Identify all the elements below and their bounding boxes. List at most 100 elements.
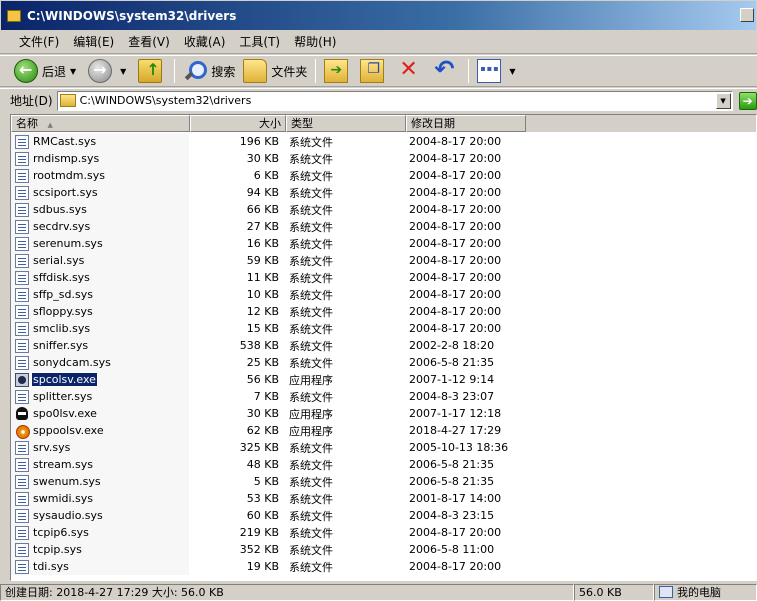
column-header-size[interactable]: 大小 [190,115,286,132]
column-header-type[interactable]: 类型 [286,115,406,132]
file-name-cell[interactable]: serial.sys [11,252,189,269]
file-type: 系统文件 [289,543,333,557]
file-row[interactable]: tcpip.sys 352 KB 系统文件 2006-5-8 11:00 [11,541,756,558]
status-zone: 我的电脑 [654,583,757,601]
move-to-button[interactable] [320,57,356,85]
file-name-cell[interactable]: swmidi.sys [11,490,189,507]
file-name-cell[interactable]: sysaudio.sys [11,507,189,524]
sys-file-icon [15,219,29,234]
file-name-cell[interactable]: RMCast.sys [11,133,189,150]
file-row[interactable]: rndismp.sys 30 KB 系统文件 2004-8-17 20:00 [11,150,756,167]
undo-button[interactable] [428,55,464,85]
file-size: 30 KB [246,407,279,420]
copy-to-button[interactable] [356,57,392,85]
menu-edit[interactable]: 编辑(E) [66,31,121,52]
menu-view[interactable]: 查看(V) [121,31,177,52]
file-name-cell[interactable]: sdbus.sys [11,201,189,218]
file-row[interactable]: sysaudio.sys 60 KB 系统文件 2004-8-3 23:15 [11,507,756,524]
file-name-cell[interactable]: serenum.sys [11,235,189,252]
column-header-modified[interactable]: 修改日期 [406,115,526,132]
delete-button[interactable] [392,57,428,85]
file-name-cell[interactable]: swenum.sys [11,473,189,490]
file-row[interactable]: serial.sys 59 KB 系统文件 2004-8-17 20:00 [11,252,756,269]
file-name-cell[interactable]: spcolsv.exe [11,371,189,388]
menu-file[interactable]: 文件(F) [12,31,66,52]
file-row[interactable]: serenum.sys 16 KB 系统文件 2004-8-17 20:00 [11,235,756,252]
file-row[interactable]: rootmdm.sys 6 KB 系统文件 2004-8-17 20:00 [11,167,756,184]
file-name: sppoolsv.exe [33,424,104,437]
file-list[interactable]: 名称 ▲ 大小 类型 修改日期 RMCast.sys 196 KB 系统文件 2004… [10,114,757,581]
maximize-button[interactable] [740,8,754,22]
file-name-cell[interactable]: tcpip6.sys [11,524,189,541]
file-type: 系统文件 [289,135,333,149]
file-name-cell[interactable]: sniffer.sys [11,337,189,354]
address-label: 地址(D) [10,94,53,108]
file-row[interactable]: splitter.sys 7 KB 系统文件 2004-8-3 23:07 [11,388,756,405]
file-name-cell[interactable]: sppoolsv.exe [11,422,189,439]
file-row[interactable]: stream.sys 48 KB 系统文件 2006-5-8 21:35 [11,456,756,473]
file-row[interactable]: scsiport.sys 94 KB 系统文件 2004-8-17 20:00 [11,184,756,201]
views-icon [477,59,502,83]
file-type: 系统文件 [289,169,333,183]
file-row[interactable]: tcpip6.sys 219 KB 系统文件 2004-8-17 20:00 [11,524,756,541]
file-name-cell[interactable]: tdi.sys [11,558,189,575]
file-row[interactable]: sdbus.sys 66 KB 系统文件 2004-8-17 20:00 [11,201,756,218]
file-size: 196 KB [239,135,279,148]
file-row[interactable]: sonydcam.sys 25 KB 系统文件 2006-5-8 21:35 [11,354,756,371]
delete-icon [396,57,420,83]
search-button[interactable]: 搜索 [179,57,239,85]
address-bar: 地址(D) C:\WINDOWS\system32\drivers ▼ ➔ [0,88,757,112]
file-name-cell[interactable]: srv.sys [11,439,189,456]
sys-file-icon [15,440,29,455]
menu-favorites[interactable]: 收藏(A) [177,31,233,52]
file-row[interactable]: spcolsv.exe 56 KB 应用程序 2007-1-12 9:14 [11,371,756,388]
up-button[interactable] [134,57,170,85]
file-row[interactable]: sfloppy.sys 12 KB 系统文件 2004-8-17 20:00 [11,303,756,320]
forward-dropdown-icon[interactable]: ▼ [120,67,126,76]
forward-button[interactable]: ▼ [84,57,134,85]
file-name-cell[interactable]: spo0lsv.exe [11,405,189,422]
file-name-cell[interactable]: tcpip.sys [11,541,189,558]
views-button[interactable]: ▼ [473,57,523,85]
file-size: 7 KB [253,390,279,403]
file-row[interactable]: smclib.sys 15 KB 系统文件 2004-8-17 20:00 [11,320,756,337]
file-row[interactable]: secdrv.sys 27 KB 系统文件 2004-8-17 20:00 [11,218,756,235]
back-dropdown-icon[interactable]: ▼ [70,67,76,76]
file-name-cell[interactable]: splitter.sys [11,388,189,405]
file-row[interactable]: swmidi.sys 53 KB 系统文件 2001-8-17 14:00 [11,490,756,507]
file-row[interactable]: sppoolsv.exe 62 KB 应用程序 2018-4-27 17:29 [11,422,756,439]
folders-button[interactable]: 文件夹 [239,57,311,85]
menu-help[interactable]: 帮助(H) [287,31,343,52]
back-button[interactable]: 后退 ▼ [10,57,84,85]
menu-tools[interactable]: 工具(T) [232,31,287,52]
file-type: 系统文件 [289,458,333,472]
file-row[interactable]: swenum.sys 5 KB 系统文件 2006-5-8 21:35 [11,473,756,490]
file-name-cell[interactable]: sonydcam.sys [11,354,189,371]
file-name-cell[interactable]: rndismp.sys [11,150,189,167]
views-dropdown-icon[interactable]: ▼ [509,67,515,76]
file-name-cell[interactable]: rootmdm.sys [11,167,189,184]
file-row[interactable]: tdi.sys 19 KB 系统文件 2004-8-17 20:00 [11,558,756,575]
file-type: 系统文件 [289,339,333,353]
file-name-cell[interactable]: smclib.sys [11,320,189,337]
file-size: 10 KB [246,288,279,301]
file-name-cell[interactable]: sffdisk.sys [11,269,189,286]
file-name-cell[interactable]: sfloppy.sys [11,303,189,320]
column-header-name[interactable]: 名称 ▲ [11,115,190,132]
file-name: sysaudio.sys [33,509,103,522]
file-name-cell[interactable]: secdrv.sys [11,218,189,235]
file-name-cell[interactable]: sffp_sd.sys [11,286,189,303]
file-row[interactable]: sffp_sd.sys 10 KB 系统文件 2004-8-17 20:00 [11,286,756,303]
address-input[interactable]: C:\WINDOWS\system32\drivers ▼ [56,90,733,111]
go-button[interactable]: ➔ [738,91,757,110]
file-row[interactable]: sniffer.sys 538 KB 系统文件 2002-2-8 18:20 [11,337,756,354]
title-bar[interactable]: C:\WINDOWS\system32\drivers [0,0,757,30]
file-row[interactable]: RMCast.sys 196 KB 系统文件 2004-8-17 20:00 [11,133,756,150]
file-row[interactable]: sffdisk.sys 11 KB 系统文件 2004-8-17 20:00 [11,269,756,286]
file-row[interactable]: spo0lsv.exe 30 KB 应用程序 2007-1-17 12:18 [11,405,756,422]
file-size: 11 KB [246,271,279,284]
file-name-cell[interactable]: scsiport.sys [11,184,189,201]
address-dropdown-icon[interactable]: ▼ [715,92,731,109]
file-row[interactable]: srv.sys 325 KB 系统文件 2005-10-13 18:36 [11,439,756,456]
file-name-cell[interactable]: stream.sys [11,456,189,473]
